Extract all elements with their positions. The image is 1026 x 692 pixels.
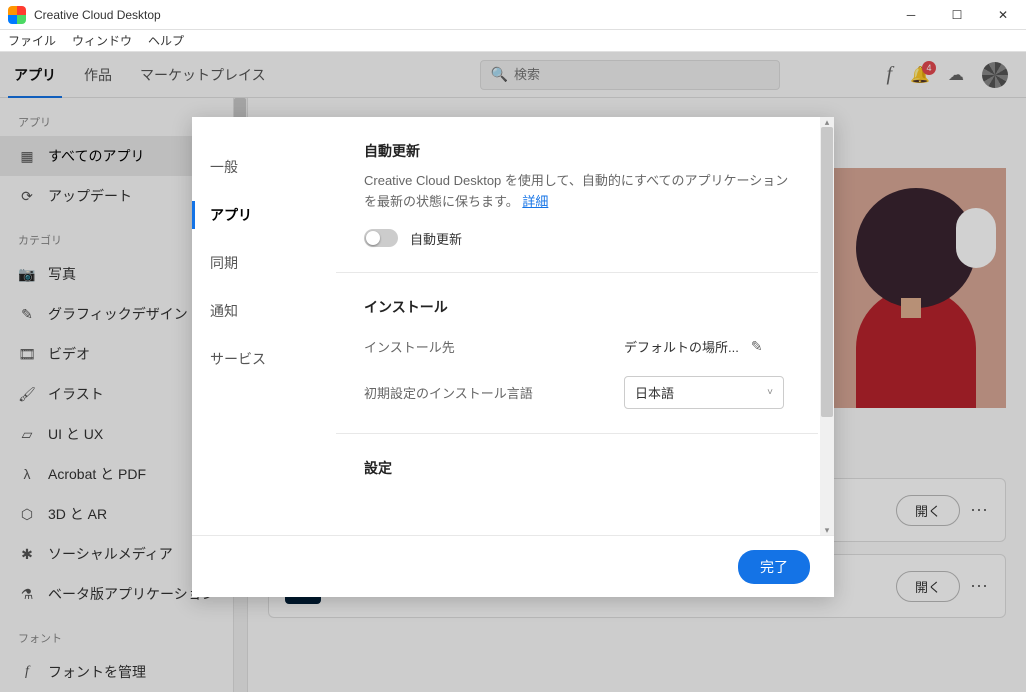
dialog-tab-apps[interactable]: アプリ [192,191,336,239]
chevron-down-icon: ˅ [767,387,773,398]
auto-update-toggle-label: 自動更新 [410,229,462,248]
auto-update-desc: Creative Cloud Desktop を使用して、自動的にすべてのアプリ… [364,173,788,209]
window-title: Creative Cloud Desktop [34,8,161,22]
maximize-button[interactable]: ☐ [934,0,980,30]
install-location-value: デフォルトの場所... [624,337,739,356]
menu-file[interactable]: ファイル [8,32,56,49]
dialog-tab-notify[interactable]: 通知 [192,287,336,335]
edit-icon[interactable]: ✎ [751,338,763,355]
details-link[interactable]: 詳細 [522,194,548,209]
dialog-footer: 完了 [192,535,834,597]
dialog-tabs: 一般 アプリ 同期 通知 サービス [192,117,336,535]
language-select[interactable]: 日本語 ˅ [624,376,784,409]
auto-update-toggle[interactable] [364,229,398,247]
auto-update-title: 自動更新 [364,141,790,161]
install-language-label: 初期設定のインストール言語 [364,383,624,402]
titlebar: Creative Cloud Desktop ─ ☐ ✕ [0,0,1026,30]
scroll-up-icon[interactable]: ▴ [822,117,832,127]
language-select-value: 日本語 [635,383,674,402]
close-button[interactable]: ✕ [980,0,1026,30]
minimize-button[interactable]: ─ [888,0,934,30]
settings-title: 設定 [364,458,790,478]
dialog-tab-general[interactable]: 一般 [192,143,336,191]
install-title: インストール [364,297,790,317]
scroll-down-icon[interactable]: ▾ [822,525,832,535]
menu-help[interactable]: ヘルプ [148,32,184,49]
app-icon [8,6,26,24]
install-location-label: インストール先 [364,337,624,356]
preferences-dialog: 一般 アプリ 同期 通知 サービス ▴ ▾ 自動更新 Creative Clou… [192,117,834,597]
menu-window[interactable]: ウィンドウ [72,32,132,49]
dialog-scrollbar[interactable]: ▴ ▾ [820,117,834,535]
done-button[interactable]: 完了 [738,550,810,584]
menubar: ファイル ウィンドウ ヘルプ [0,30,1026,52]
section-install: インストール インストール先 デフォルトの場所... ✎ 初期設定のインストール… [336,272,818,433]
dialog-tab-service[interactable]: サービス [192,335,336,383]
dialog-panel: ▴ ▾ 自動更新 Creative Cloud Desktop を使用して、自動… [336,117,834,535]
section-auto-update: 自動更新 Creative Cloud Desktop を使用して、自動的にすべ… [336,117,818,272]
dialog-tab-sync[interactable]: 同期 [192,239,336,287]
section-settings: 設定 [336,433,818,512]
